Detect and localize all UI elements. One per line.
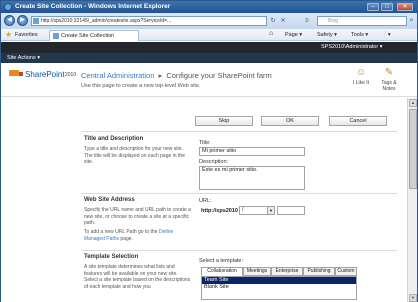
- minimize-button[interactable]: –: [367, 3, 379, 11]
- stop-icon[interactable]: ✕: [279, 17, 287, 25]
- tab-publishing[interactable]: Publishing: [303, 267, 335, 276]
- back-button[interactable]: ◀: [4, 15, 15, 26]
- url-path-select[interactable]: / ▼: [239, 206, 275, 215]
- page-subtitle: Use this page to create a new top-level …: [81, 83, 201, 89]
- sharepoint-logo-version: 2010: [65, 72, 77, 78]
- tags-notes-button[interactable]: ✎ Tags & Notes: [377, 67, 401, 93]
- url-name-input[interactable]: [277, 206, 305, 215]
- page-menu[interactable]: Page ▾: [285, 32, 302, 38]
- tag-icon: ✎: [384, 67, 394, 78]
- internet-explorer-icon: [4, 3, 12, 11]
- sharepoint-logo-text: SharePoint: [25, 70, 65, 79]
- favorites-star-icon[interactable]: ★: [5, 30, 12, 40]
- title-label: Title:: [199, 140, 211, 146]
- tags-notes-label: Tags & Notes: [381, 80, 397, 92]
- thumbs-up-icon: ☺: [355, 67, 367, 78]
- maximize-button[interactable]: □: [381, 3, 393, 11]
- template-selection-heading: Template Selection: [84, 254, 139, 260]
- close-window-button[interactable]: ✕: [397, 3, 413, 11]
- title-bar: Create Site Collection - Windows Interne…: [1, 1, 417, 13]
- skip-button[interactable]: Skip: [195, 116, 253, 126]
- button-bar: Skip OK Cancel: [81, 116, 397, 126]
- template-item-team-site[interactable]: Team Site: [202, 277, 356, 284]
- address-bar: ◀ ▶ http://sps2010:32145/_admin/createsi…: [1, 13, 417, 29]
- title-description-heading: Title and Description: [84, 136, 144, 142]
- favorites-bar: ★ Favorites Create Site Collection ⌂ Pag…: [1, 29, 417, 41]
- breadcrumb-separator: ▸: [158, 71, 163, 80]
- description-textarea[interactable]: Este es mi primer sitio.: [199, 166, 305, 190]
- search-input[interactable]: Bing: [317, 16, 407, 26]
- sharepoint-logo-icon: [9, 70, 19, 76]
- safety-menu[interactable]: Safety ▾: [317, 32, 337, 38]
- breadcrumb-current-page: Configure your SharePoint farm: [166, 71, 272, 80]
- window-title: Create Site Collection - Windows Interne…: [15, 3, 171, 10]
- site-actions-menu[interactable]: Site Actions ▾: [7, 55, 40, 61]
- main-content: Skip OK Cancel Title and Description Typ…: [1, 98, 407, 302]
- breadcrumb: Central Administration ▸ Configure your …: [81, 71, 272, 80]
- managed-paths-note-suffix: page.: [119, 235, 133, 242]
- template-list[interactable]: Team Site Blank Site: [201, 276, 357, 300]
- favorites-button[interactable]: Favorites: [15, 32, 38, 38]
- ok-button[interactable]: OK: [261, 116, 319, 126]
- tab-label: Create Site Collection: [61, 33, 115, 39]
- tab-create-site-collection[interactable]: Create Site Collection: [49, 30, 139, 41]
- select-template-label: Select a template:: [199, 258, 244, 264]
- url-path-value: /: [242, 207, 244, 213]
- title-input[interactable]: Mi primer sitio: [199, 147, 305, 156]
- managed-paths-note-prefix: To add a new URL Path go to the: [84, 229, 159, 235]
- vertical-scrollbar[interactable]: ▲ ▼: [407, 98, 417, 302]
- cancel-button[interactable]: Cancel: [329, 116, 387, 126]
- web-site-address-heading: Web Site Address: [84, 197, 135, 203]
- chevron-down-icon: ▼: [267, 207, 274, 214]
- section-divider: [81, 131, 397, 132]
- scroll-down-arrow-icon[interactable]: ▼: [409, 294, 417, 302]
- template-item-blank-site[interactable]: Blank Site: [202, 284, 356, 291]
- section-divider: [81, 193, 397, 194]
- managed-paths-note: To add a new URL Path go to the Define M…: [84, 229, 192, 242]
- tab-meetings[interactable]: Meetings: [243, 267, 271, 276]
- home-icon[interactable]: ⌂: [269, 30, 273, 37]
- scroll-thumb[interactable]: [409, 109, 417, 189]
- browser-window: Create Site Collection - Windows Interne…: [0, 0, 418, 302]
- url-prefix: http://sps2010: [201, 208, 238, 214]
- scroll-up-arrow-icon[interactable]: ▲: [409, 99, 417, 107]
- section-divider: [81, 250, 397, 251]
- tools-menu[interactable]: Tools ▾: [351, 32, 368, 38]
- url-label: URL:: [199, 198, 212, 204]
- help-menu[interactable]: ❔▾: [381, 32, 391, 38]
- description-label: Description:: [199, 159, 229, 165]
- sharepoint-logo-accent: [19, 72, 23, 76]
- i-like-it-button[interactable]: ☺ I Like It: [349, 67, 373, 93]
- page-icon: [33, 18, 39, 24]
- ribbon-bar: Site Actions ▾: [1, 53, 417, 63]
- title-area: SharePoint 2010 Central Administration ▸…: [1, 63, 417, 97]
- user-menu[interactable]: SPS2010\Administrator ▾: [321, 44, 382, 50]
- web-site-address-desc: Specify the URL name and URL path to cre…: [84, 207, 191, 226]
- page-icon: [53, 33, 59, 39]
- search-icon[interactable]: ⌕: [407, 16, 416, 26]
- refresh-icon[interactable]: ↻: [269, 17, 277, 25]
- sharepoint-top-bar: SPS2010\Administrator ▾: [1, 42, 417, 53]
- breadcrumb-central-admin[interactable]: Central Administration: [81, 71, 154, 80]
- tab-custom[interactable]: Custom: [335, 267, 357, 276]
- tab-collaboration[interactable]: Collaboration: [201, 267, 243, 276]
- i-like-it-label: I Like It: [352, 80, 370, 86]
- bing-icon: b: [305, 18, 309, 24]
- tab-enterprise[interactable]: Enterprise: [271, 267, 303, 276]
- title-description-desc: Type a title and description for your ne…: [84, 146, 185, 165]
- template-selection-desc: A site template determines what lists an…: [84, 264, 191, 290]
- forward-button[interactable]: ▶: [17, 15, 28, 26]
- url-input[interactable]: http://sps2010:32145/_admin/createsite.a…: [31, 16, 267, 26]
